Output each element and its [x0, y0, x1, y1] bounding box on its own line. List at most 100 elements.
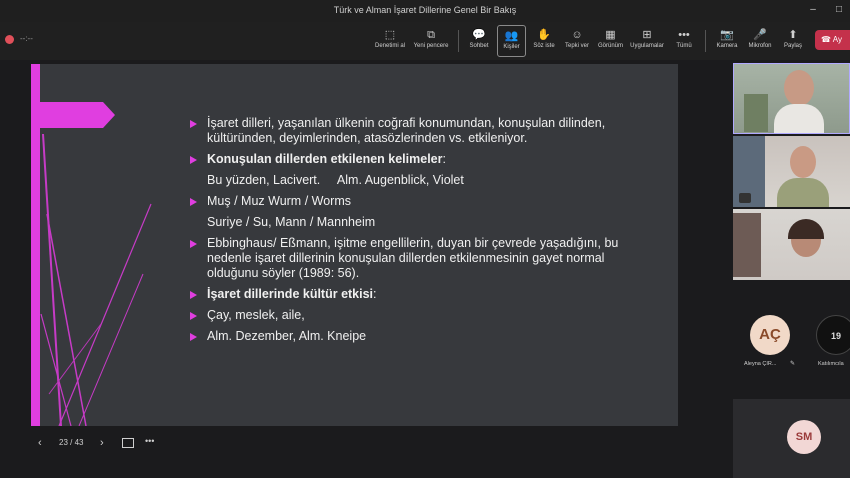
- share-icon: ⬆: [788, 29, 798, 41]
- bullet-marker-icon: [190, 312, 197, 320]
- bullet-marker-icon: [190, 333, 197, 341]
- leave-button[interactable]: ☎ Ay: [815, 30, 850, 50]
- phone-icon: ☎: [821, 35, 833, 44]
- slide-bullet: Alm. Dezember, Alm. Kneipe: [189, 329, 629, 344]
- background-shelf: [733, 213, 761, 277]
- slide-bullet: Muş / Muz Wurm / Worms: [189, 194, 629, 209]
- raise-hand-label: Söz iste: [533, 43, 555, 49]
- bullet-suffix: :: [373, 287, 377, 301]
- participants-panel: AÇ Aleyna ÇIR... ✎ 19 Katılımcıla SM: [730, 60, 850, 478]
- slide-bullet: Suriye / Su, Mann / Mannheim: [189, 215, 629, 230]
- avatar[interactable]: AÇ: [750, 315, 790, 355]
- window-title: Türk ve Alman İşaret Dillerine Genel Bir…: [333, 5, 517, 15]
- muted-icon: [739, 193, 751, 203]
- bullet-marker-icon: [190, 120, 197, 128]
- apps-label: Uygulamalar: [630, 43, 664, 49]
- apps-button[interactable]: ⊞ Uygulamalar: [628, 25, 666, 57]
- bullet-marker-icon: [190, 240, 197, 248]
- slide-bullet: Çay, meslek, aile,: [189, 308, 629, 323]
- participant-video[interactable]: [733, 209, 850, 280]
- presentation-slide: İşaret dilleri, yaşanılan ülkenin coğraf…: [31, 64, 678, 426]
- participant-face: [790, 146, 816, 178]
- slide-decoration: [31, 64, 152, 426]
- view-label: Görünüm: [597, 43, 623, 49]
- slide-bullet: İşaret dilleri, yaşanılan ülkenin coğraf…: [189, 116, 629, 146]
- raise-hand-button[interactable]: ✋ Söz iste: [530, 25, 558, 57]
- react-label: Tepki ver: [564, 43, 589, 49]
- participant-video-speaking[interactable]: [733, 63, 850, 134]
- slide-more-button[interactable]: •••: [145, 436, 154, 446]
- next-slide-button[interactable]: ›: [100, 437, 104, 449]
- view-button[interactable]: ▦ Görünüm: [595, 25, 626, 57]
- avatar: SM: [787, 420, 821, 454]
- avatar-initials: SM: [795, 431, 813, 443]
- maximize-button[interactable]: □: [830, 3, 848, 17]
- avatar-initials: AÇ: [759, 326, 781, 343]
- more-button[interactable]: ••• Tümü: [671, 25, 697, 57]
- hand-icon: ✋: [537, 29, 551, 41]
- participant-body: [774, 104, 824, 133]
- more-label: Tümü: [676, 43, 692, 49]
- bullet-text: Ebbinghaus/ Eßmann, işitme engellilerin,…: [207, 236, 619, 280]
- meeting-timer: --:--: [20, 34, 33, 43]
- new-window-button[interactable]: ⧉ Yeni pencere: [411, 25, 451, 57]
- take-control-button[interactable]: ⬚ Denetimi al: [372, 25, 408, 57]
- smile-icon: ☺: [571, 29, 583, 41]
- bullet-text: Suriye / Su, Mann / Mannheim: [207, 215, 376, 229]
- share-button[interactable]: ⬆ Paylaş: [779, 25, 807, 57]
- slide-page-counter: 23 / 43: [59, 438, 84, 447]
- new-window-label: Yeni pencere: [413, 43, 449, 49]
- bullet-marker-icon: [190, 291, 197, 299]
- participant-body: [777, 178, 829, 207]
- share-label: Paylaş: [783, 43, 802, 49]
- take-control-icon: ⬚: [384, 29, 396, 41]
- participant-count-badge[interactable]: 19: [816, 315, 850, 355]
- background-plant: [744, 94, 768, 132]
- react-button[interactable]: ☺ Tepki ver: [561, 25, 593, 57]
- people-button[interactable]: 👥 Kişiler: [497, 25, 526, 57]
- bullet-text: Muş / Muz Wurm / Worms: [207, 194, 351, 208]
- self-view-tile[interactable]: SM: [733, 399, 850, 478]
- microphone-icon: 🎤: [753, 29, 767, 41]
- camera-label: Kamera: [716, 43, 738, 49]
- participant-face: [784, 70, 814, 106]
- toolbar-divider: [458, 30, 459, 52]
- bullet-text: İşaret dilleri, yaşanılan ülkenin coğraf…: [207, 116, 606, 145]
- new-window-icon: ⧉: [427, 29, 435, 41]
- people-icon: 👥: [504, 30, 519, 42]
- participant-name: Aleyna ÇIR...: [744, 361, 777, 367]
- chat-label: Sohbet: [469, 43, 489, 49]
- pop-out-icon[interactable]: [122, 438, 134, 448]
- chat-button[interactable]: 💬 Sohbet: [465, 25, 493, 57]
- bullet-text: Bu yüzden, Lacivert. Alm. Augenblick, Vi…: [207, 173, 464, 187]
- camera-button[interactable]: 📷 Kamera: [713, 25, 741, 57]
- participant-hair: [788, 219, 824, 239]
- meeting-toolbar: --:-- ⬚ Denetimi al ⧉ Yeni pencere 💬 Soh…: [0, 22, 850, 60]
- bullet-marker-icon: [190, 156, 197, 164]
- minimize-button[interactable]: –: [804, 3, 822, 17]
- take-control-label: Denetimi al: [374, 43, 405, 49]
- mic-label: Mikrofon: [748, 43, 772, 49]
- mic-button[interactable]: 🎤 Mikrofon: [745, 25, 775, 57]
- slide-bullet: Konuşulan dillerden etkilenen kelimeler:: [189, 152, 629, 167]
- grid-icon: ▦: [605, 29, 616, 41]
- mic-off-icon: ✎: [790, 361, 796, 367]
- bullet-text: Alm. Dezember, Alm. Kneipe: [207, 329, 367, 343]
- slide-bullet: Bu yüzden, Lacivert. Alm. Augenblick, Vi…: [189, 173, 629, 188]
- apps-icon: ⊞: [642, 29, 652, 41]
- chat-icon: 💬: [472, 29, 486, 41]
- participant-video[interactable]: [733, 136, 850, 207]
- camera-icon: 📷: [720, 29, 734, 41]
- bullet-text: Konuşulan dillerden etkilenen kelimeler: [207, 152, 443, 166]
- bullet-marker-icon: [190, 198, 197, 206]
- slide-navigation: ‹ 23 / 43 › •••: [0, 430, 730, 460]
- ellipsis-icon: •••: [678, 29, 690, 41]
- bullet-text: Çay, meslek, aile,: [207, 308, 305, 322]
- slide-bullet: Ebbinghaus/ Eßmann, işitme engellilerin,…: [189, 236, 629, 281]
- shared-content-stage: İşaret dilleri, yaşanılan ülkenin coğraf…: [0, 60, 730, 478]
- bullet-suffix: :: [442, 152, 446, 166]
- toolbar-divider: [705, 30, 706, 52]
- title-bar: Türk ve Alman İşaret Dillerine Genel Bir…: [0, 0, 850, 22]
- prev-slide-button[interactable]: ‹: [38, 437, 42, 449]
- slide-bullet-list: İşaret dilleri, yaşanılan ülkenin coğraf…: [189, 116, 629, 350]
